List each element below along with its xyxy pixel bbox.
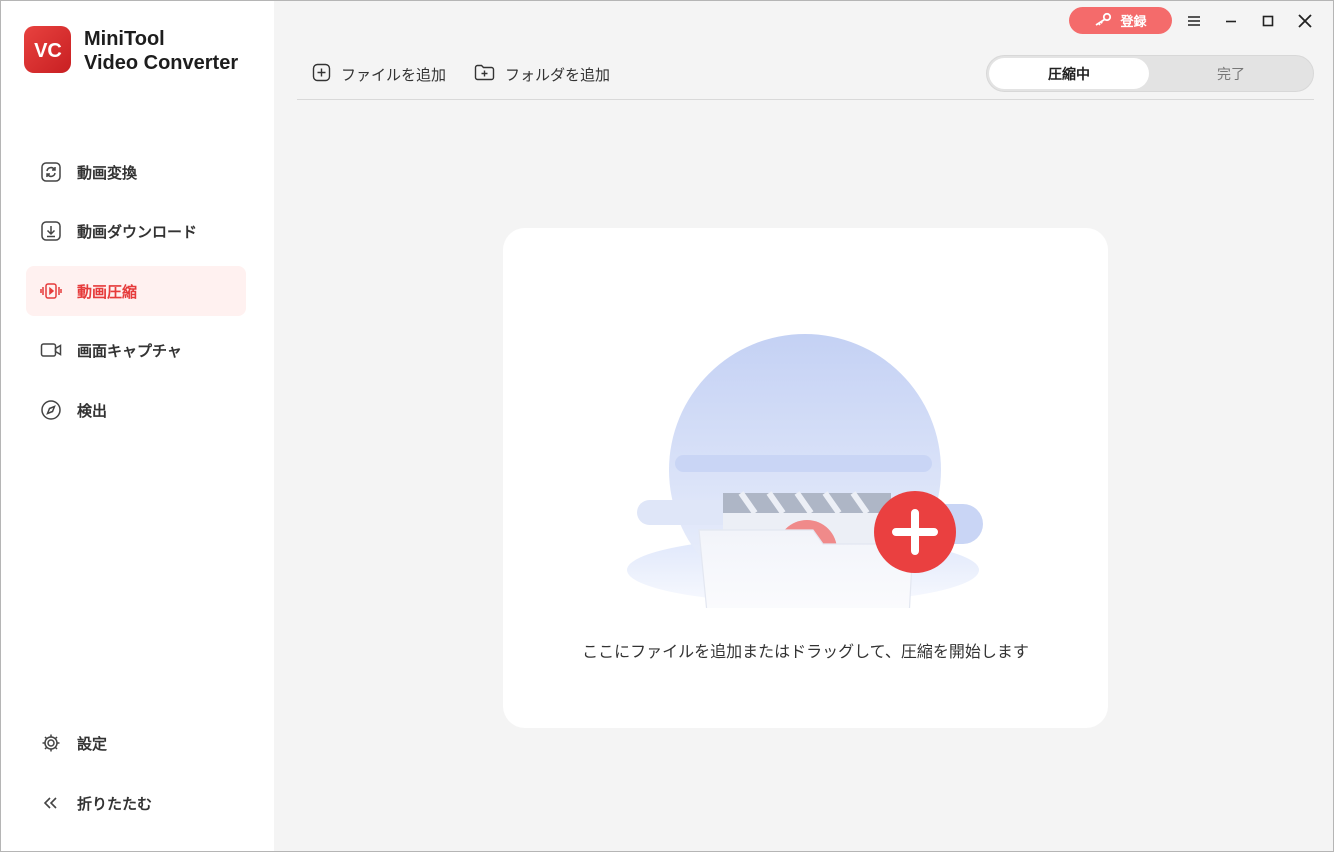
close-icon <box>1298 14 1312 28</box>
convert-icon <box>40 161 62 183</box>
key-icon <box>1094 12 1112 30</box>
toolbar-divider <box>297 99 1314 100</box>
add-folder-label: フォルダを追加 <box>505 65 611 84</box>
app-logo-icon: VC <box>24 26 71 73</box>
sidebar-item-settings[interactable]: 設定 <box>26 718 246 768</box>
sidebar-item-compress[interactable]: 動画圧縮 <box>26 266 246 316</box>
sidebar-item-discover[interactable]: 検出 <box>26 385 246 435</box>
register-button[interactable]: 登録 <box>1069 7 1172 34</box>
maximize-button[interactable] <box>1256 9 1280 33</box>
compass-icon <box>40 399 62 421</box>
sidebar-item-collapse[interactable]: 折りたたむ <box>26 778 246 828</box>
add-folder-icon <box>474 63 495 86</box>
app-name: MiniTool Video Converter <box>84 27 238 75</box>
add-file-label: ファイルを追加 <box>341 65 447 84</box>
tab-compressing[interactable]: 圧縮中 <box>989 58 1149 89</box>
minimize-icon <box>1226 20 1236 23</box>
app-name-line1: MiniTool <box>84 28 165 50</box>
sidebar-item-convert[interactable]: 動画変換 <box>26 147 246 197</box>
add-file-button[interactable]: ファイルを追加 <box>312 61 446 87</box>
download-icon <box>40 220 62 242</box>
sidebar-item-label: 折りたたむ <box>77 794 153 813</box>
close-button[interactable] <box>1293 9 1317 33</box>
gear-icon <box>40 732 62 754</box>
app-name-line2: Video Converter <box>84 52 239 74</box>
camera-icon <box>40 339 62 361</box>
sidebar-item-screen-capture[interactable]: 画面キャプチャ <box>26 325 246 375</box>
menu-button[interactable] <box>1182 9 1206 33</box>
sidebar-item-label: 検出 <box>77 401 108 420</box>
sidebar: VC MiniTool Video Converter 動画変換 動画ダウンロー… <box>1 1 274 851</box>
maximize-icon <box>1262 15 1274 27</box>
app-window: VC MiniTool Video Converter 動画変換 動画ダウンロー… <box>0 0 1334 852</box>
tab-completed[interactable]: 完了 <box>1151 58 1311 89</box>
collapse-icon <box>40 792 62 814</box>
hamburger-icon <box>1188 16 1200 26</box>
compress-icon <box>40 280 62 302</box>
sidebar-item-label: 画面キャプチャ <box>77 341 182 360</box>
sidebar-item-label: 動画圧縮 <box>77 282 138 301</box>
status-tab-switch: 圧縮中 完了 <box>986 55 1314 92</box>
file-drop-zone[interactable]: ここにファイルを追加またはドラッグして、圧縮を開始します <box>503 228 1108 728</box>
sidebar-item-label: 設定 <box>77 734 108 753</box>
add-video-illustration <box>627 334 983 608</box>
svg-text:VC: VC <box>34 40 62 62</box>
sidebar-item-label: 動画変換 <box>77 163 138 182</box>
drop-hint-text: ここにファイルを追加またはドラッグして、圧縮を開始します <box>582 642 1029 661</box>
sidebar-item-label: 動画ダウンロード <box>77 222 198 241</box>
add-folder-button[interactable]: フォルダを追加 <box>474 61 610 87</box>
register-label: 登録 <box>1120 15 1147 30</box>
add-file-icon <box>312 63 331 86</box>
sidebar-item-download[interactable]: 動画ダウンロード <box>26 206 246 256</box>
minimize-button[interactable] <box>1219 9 1243 33</box>
